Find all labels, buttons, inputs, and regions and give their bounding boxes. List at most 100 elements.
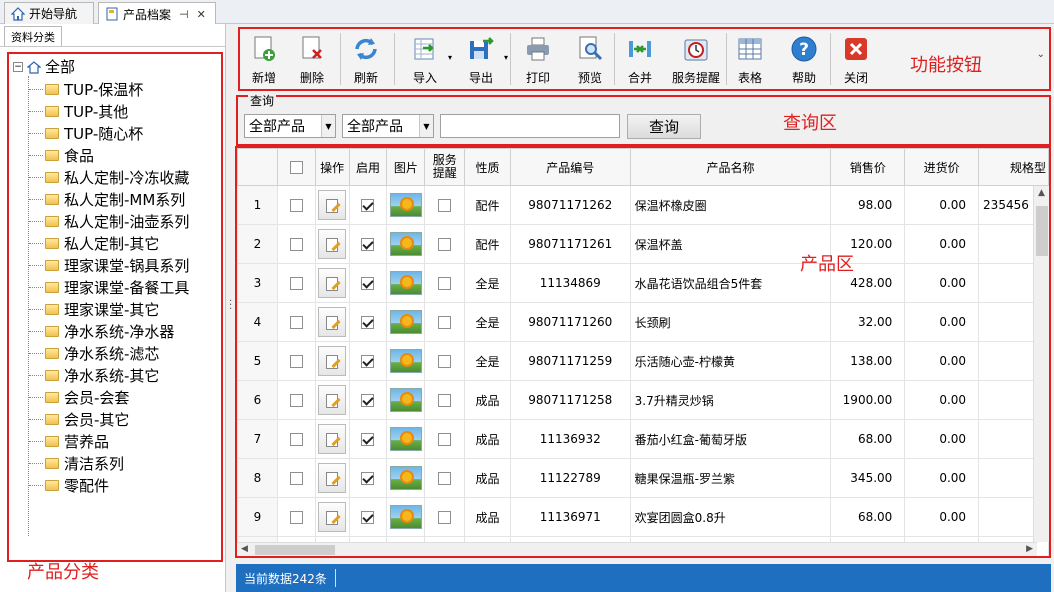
enabled-checkbox[interactable] (361, 199, 375, 212)
tree-item[interactable]: TUP-保温杯 (29, 78, 143, 100)
service-reminder-cell[interactable] (424, 263, 466, 303)
header-product-code[interactable]: 产品编号 (509, 148, 631, 186)
horizontal-scroll-thumb[interactable] (255, 545, 335, 555)
image-thumbnail-icon[interactable] (389, 232, 422, 256)
header-operate[interactable]: 操作 (314, 148, 350, 186)
picture-cell[interactable] (386, 380, 426, 420)
tree-item[interactable]: 净水系统-净水器 (29, 320, 174, 342)
enabled-cell[interactable] (348, 224, 388, 264)
header-spec[interactable]: 规格型 (978, 148, 1049, 186)
table-row[interactable]: 2 配件 98071171261 保温杯盖 120.00 0.00 (237, 224, 1049, 264)
tree-item[interactable]: 净水系统-滤芯 (29, 342, 159, 364)
chevron-down-icon[interactable]: ▼ (321, 115, 335, 137)
row-select-cell[interactable] (276, 458, 316, 498)
header-enabled[interactable]: 启用 (348, 148, 388, 186)
table-row[interactable]: 3 全是 11134869 水晶花语饮品组合5件套 428.00 0.00 (237, 263, 1049, 303)
service-reminder-cell[interactable] (424, 224, 466, 264)
service-reminder-cell[interactable] (424, 458, 466, 498)
service-reminder-button[interactable]: 服务提醒 (668, 31, 724, 87)
product-scope-select-1[interactable]: 全部产品 ▼ (244, 114, 336, 138)
operate-cell[interactable] (314, 497, 350, 537)
operate-cell[interactable] (314, 380, 350, 420)
enabled-cell[interactable] (348, 458, 388, 498)
enabled-checkbox[interactable] (361, 355, 375, 368)
table-row[interactable]: 9 成品 11136971 欢宴团圆盒0.8升 68.00 0.00 (237, 497, 1049, 537)
vertical-scrollbar[interactable]: ▲ (1033, 186, 1049, 542)
splitter-grip-icon[interactable]: · · · (229, 297, 232, 315)
tree-item[interactable]: 理家课堂-备餐工具 (29, 276, 189, 298)
picture-cell[interactable] (386, 185, 426, 225)
row-select-checkbox[interactable] (289, 394, 303, 407)
service-reminder-cell[interactable] (424, 341, 466, 381)
row-select-cell[interactable] (276, 263, 316, 303)
service-reminder-checkbox[interactable] (438, 433, 452, 446)
query-input[interactable] (440, 114, 620, 138)
table-row[interactable]: 1 配件 98071171262 保温杯橡皮圈 98.00 0.00 235456 (237, 185, 1049, 225)
row-select-checkbox[interactable] (289, 316, 303, 329)
scroll-right-icon[interactable]: ▶ (1026, 544, 1033, 554)
header-select-all[interactable] (276, 148, 316, 186)
print-button[interactable]: 打印 (518, 31, 558, 87)
service-reminder-checkbox[interactable] (438, 238, 452, 251)
enabled-checkbox[interactable] (361, 277, 375, 290)
export-button[interactable]: 导出 ▾ (456, 31, 508, 87)
edit-button[interactable] (318, 268, 347, 298)
image-thumbnail-icon[interactable] (389, 427, 422, 451)
enabled-cell[interactable] (348, 380, 388, 420)
service-reminder-cell[interactable] (424, 185, 466, 225)
image-thumbnail-icon[interactable] (389, 388, 422, 412)
tree-item[interactable]: 理家课堂-其它 (29, 298, 159, 320)
image-thumbnail-icon[interactable] (389, 271, 422, 295)
row-select-checkbox[interactable] (289, 511, 303, 524)
tree-item[interactable]: 零配件 (29, 474, 109, 496)
preview-button[interactable]: 预览 (570, 31, 610, 87)
toolbar-overflow-icon[interactable]: ⌄ (1037, 49, 1045, 60)
enabled-checkbox[interactable] (361, 433, 375, 446)
enabled-cell[interactable] (348, 302, 388, 342)
enabled-checkbox[interactable] (361, 316, 375, 329)
row-select-checkbox[interactable] (289, 199, 303, 212)
table-row[interactable]: 6 成品 98071171258 3.7升精灵炒锅 1900.00 0.00 (237, 380, 1049, 420)
row-select-cell[interactable] (276, 419, 316, 459)
tree-item[interactable]: 会员-会套 (29, 386, 129, 408)
product-scope-select-2[interactable]: 全部产品 ▼ (342, 114, 434, 138)
service-reminder-checkbox[interactable] (438, 277, 452, 290)
enabled-checkbox[interactable] (361, 472, 375, 485)
row-select-checkbox[interactable] (289, 238, 303, 251)
row-select-cell[interactable] (276, 224, 316, 264)
header-picture[interactable]: 图片 (386, 148, 426, 186)
operate-cell[interactable] (314, 224, 350, 264)
horizontal-scrollbar[interactable]: ◀ ▶ (237, 542, 1037, 556)
image-thumbnail-icon[interactable] (389, 349, 422, 373)
dropdown-arrow-icon[interactable]: ▾ (448, 53, 452, 62)
table-button[interactable]: 表格 (730, 31, 770, 87)
scroll-left-icon[interactable]: ◀ (241, 544, 248, 554)
image-thumbnail-icon[interactable] (389, 310, 422, 334)
tree-root[interactable]: − 全部 (13, 56, 75, 77)
tab-data-category[interactable]: 资料分类 (4, 26, 62, 46)
operate-cell[interactable] (314, 263, 350, 303)
enabled-checkbox[interactable] (361, 511, 375, 524)
refresh-button[interactable]: 刷新 (346, 31, 386, 87)
select-all-checkbox[interactable] (289, 161, 303, 174)
picture-cell[interactable] (386, 263, 426, 303)
service-reminder-checkbox[interactable] (438, 316, 452, 329)
enabled-cell[interactable] (348, 263, 388, 303)
chevron-down-icon[interactable]: ▼ (419, 115, 433, 137)
merge-button[interactable]: 合并 (620, 31, 660, 87)
tree-item[interactable]: 会员-其它 (29, 408, 129, 430)
edit-button[interactable] (318, 424, 347, 454)
header-product-name[interactable]: 产品名称 (629, 148, 832, 186)
table-row[interactable]: 8 成品 11122789 糖果保温瓶-罗兰紫 345.00 0.00 (237, 458, 1049, 498)
edit-button[interactable] (318, 385, 347, 415)
header-nature[interactable]: 性质 (464, 148, 511, 186)
vertical-scroll-thumb[interactable] (1036, 206, 1048, 256)
service-reminder-checkbox[interactable] (438, 199, 452, 212)
picture-cell[interactable] (386, 302, 426, 342)
operate-cell[interactable] (314, 419, 350, 459)
picture-cell[interactable] (386, 419, 426, 459)
delete-button[interactable]: 删除 (292, 31, 332, 87)
operate-cell[interactable] (314, 302, 350, 342)
row-select-checkbox[interactable] (289, 472, 303, 485)
service-reminder-checkbox[interactable] (438, 355, 452, 368)
